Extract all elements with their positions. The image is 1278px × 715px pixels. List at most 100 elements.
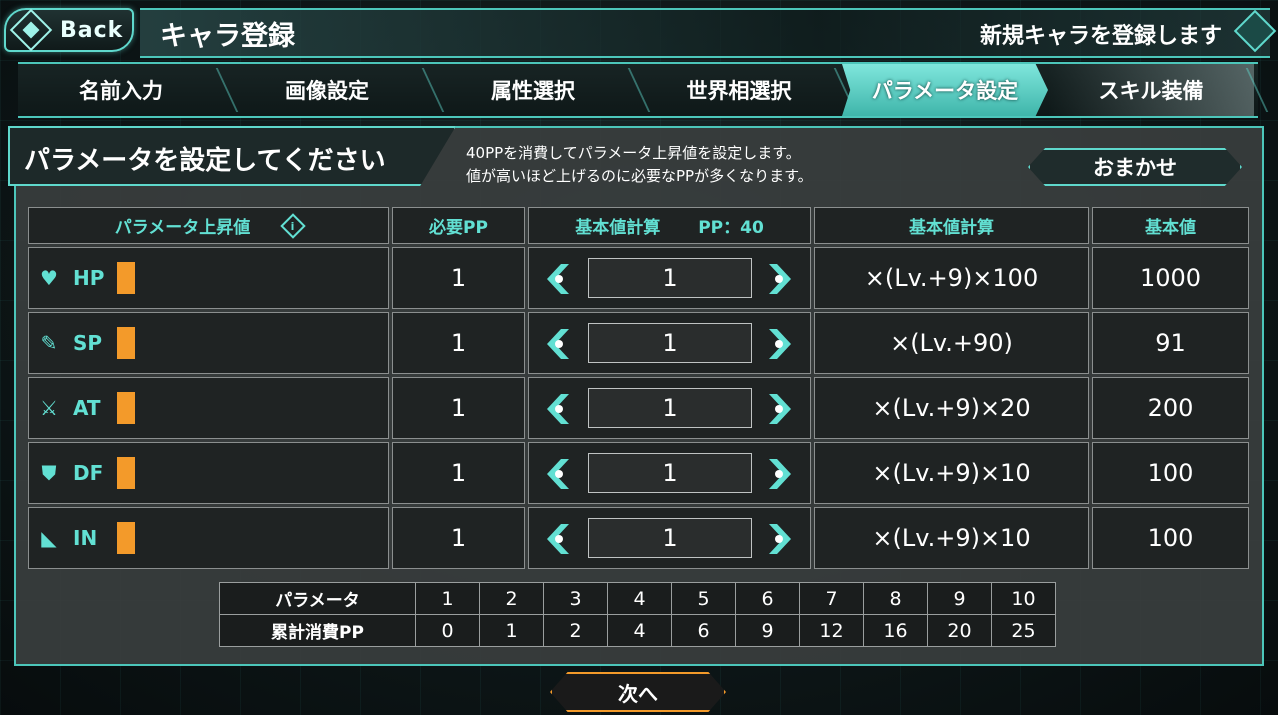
tab-image-settings[interactable]: 画像設定 bbox=[224, 64, 430, 116]
decrement-arrow-icon[interactable] bbox=[543, 327, 573, 361]
formula-text: ×(Lv.+9)×20 bbox=[872, 394, 1031, 422]
instruction-title: パラメータを設定してください bbox=[24, 146, 386, 176]
param-value-input[interactable] bbox=[588, 518, 752, 558]
decrement-arrow-icon[interactable] bbox=[543, 457, 573, 491]
info-icon[interactable]: i bbox=[280, 212, 306, 239]
stepper-cell bbox=[528, 507, 811, 569]
cost-table-param-value: 7 bbox=[799, 582, 864, 615]
tab-attribute-select[interactable]: 属性選択 bbox=[430, 64, 636, 116]
required-pp-value: 1 bbox=[450, 329, 467, 357]
cost-table-param-value: 1 bbox=[415, 582, 480, 615]
required-pp-cell: 1 bbox=[392, 507, 525, 569]
cost-table-cost-label: 累計消費PP bbox=[219, 614, 416, 647]
header-calc-input: 基本値計算 PP：40 bbox=[528, 207, 811, 244]
tab-name-input[interactable]: 名前入力 bbox=[18, 64, 224, 116]
heart-icon: ♥ bbox=[40, 266, 58, 290]
next-button[interactable]: 次へ bbox=[550, 672, 726, 712]
header-param: パラメータ上昇値 i bbox=[28, 207, 389, 244]
cost-table-cost-value: 20 bbox=[927, 614, 992, 647]
cost-table-cost-value: 4 bbox=[607, 614, 672, 647]
tab-label: 属性選択 bbox=[491, 79, 575, 103]
formula-text: ×(Lv.+9)×100 bbox=[864, 264, 1039, 292]
tab-label: 名前入力 bbox=[79, 79, 163, 103]
cost-table-param-value: 3 bbox=[543, 582, 608, 615]
base-value-cell: 100 bbox=[1092, 442, 1249, 504]
tab-label: 画像設定 bbox=[285, 79, 369, 103]
back-arrow-icon bbox=[9, 8, 53, 52]
stat-level-bar bbox=[117, 457, 135, 489]
required-pp-cell: 1 bbox=[392, 377, 525, 439]
base-value-cell: 200 bbox=[1092, 377, 1249, 439]
param-row-at: ⚔ AT bbox=[28, 377, 389, 439]
cost-table-cost-value: 16 bbox=[863, 614, 928, 647]
auto-assign-label: おまかせ bbox=[1093, 156, 1177, 180]
increment-arrow-icon[interactable] bbox=[765, 457, 795, 491]
base-value-cell: 1000 bbox=[1092, 247, 1249, 309]
increment-arrow-icon[interactable] bbox=[765, 522, 795, 556]
formula-cell: ×(Lv.+9)×100 bbox=[814, 247, 1089, 309]
cost-table-param-value: 9 bbox=[927, 582, 992, 615]
cost-table-cost-value: 1 bbox=[479, 614, 544, 647]
increment-arrow-icon[interactable] bbox=[765, 327, 795, 361]
stepper-cell bbox=[528, 377, 811, 439]
stat-name: AT bbox=[73, 396, 101, 420]
cost-table-param-value: 6 bbox=[735, 582, 800, 615]
header-base-value: 基本値 bbox=[1092, 207, 1249, 244]
tab-world-phase-select[interactable]: 世界相選択 bbox=[636, 64, 842, 116]
tab-skill-equip[interactable]: スキル装備 bbox=[1048, 64, 1254, 116]
header-calc-label: 基本値計算 bbox=[575, 218, 661, 238]
stat-level-bar bbox=[117, 262, 135, 294]
decrement-arrow-icon[interactable] bbox=[543, 522, 573, 556]
stat-name: HP bbox=[73, 266, 105, 290]
formula-text: ×(Lv.+9)×10 bbox=[872, 459, 1031, 487]
param-row-hp: ♥ HP bbox=[28, 247, 389, 309]
back-button[interactable]: Back bbox=[4, 8, 134, 52]
increment-arrow-icon[interactable] bbox=[765, 392, 795, 426]
header-required-label: 必要PP bbox=[429, 218, 488, 238]
stat-name: SP bbox=[73, 331, 103, 355]
auto-assign-button[interactable]: おまかせ bbox=[1028, 148, 1242, 186]
stat-name: IN bbox=[73, 526, 98, 550]
cost-table-param-value: 8 bbox=[863, 582, 928, 615]
stepper-cell bbox=[528, 442, 811, 504]
instruction-line-2: 値が高いほど上げるのに必要なPPが多くなります。 bbox=[466, 167, 813, 185]
required-pp-value: 1 bbox=[450, 459, 467, 487]
param-value-input[interactable] bbox=[588, 388, 752, 428]
cost-table-cost-value: 2 bbox=[543, 614, 608, 647]
sp-icon: ✎ bbox=[40, 331, 58, 355]
page-title: キャラ登録 bbox=[160, 21, 295, 52]
cost-table-param-value: 5 bbox=[671, 582, 736, 615]
increment-arrow-icon[interactable] bbox=[765, 262, 795, 296]
tab-label: 世界相選択 bbox=[686, 79, 792, 103]
stepper-cell bbox=[528, 312, 811, 374]
stat-level-bar bbox=[117, 327, 135, 359]
base-value-cell: 100 bbox=[1092, 507, 1249, 569]
formula-text: ×(Lv.+9)×10 bbox=[872, 524, 1031, 552]
base-value: 200 bbox=[1147, 394, 1194, 422]
param-value-input[interactable] bbox=[588, 258, 752, 298]
base-value: 100 bbox=[1147, 524, 1194, 552]
param-value-input[interactable] bbox=[588, 453, 752, 493]
cost-table-cost-value: 0 bbox=[415, 614, 480, 647]
back-label: Back bbox=[60, 17, 124, 43]
cost-table-param-label: パラメータ bbox=[219, 582, 416, 615]
param-value-input[interactable] bbox=[588, 323, 752, 363]
formula-text: ×(Lv.+90) bbox=[890, 329, 1013, 357]
page-subtitle: 新規キャラを登録します bbox=[979, 24, 1222, 49]
required-pp-value: 1 bbox=[450, 264, 467, 292]
header-formula-label: 基本値計算 bbox=[909, 218, 994, 238]
pp-remaining: PP：40 bbox=[698, 218, 764, 238]
cost-table-param-value: 2 bbox=[479, 582, 544, 615]
required-pp-cell: 1 bbox=[392, 442, 525, 504]
decrement-arrow-icon[interactable] bbox=[543, 392, 573, 426]
instruction-text: 40PPを消費してパラメータ上昇値を設定します。 値が高いほど上げるのに必要なP… bbox=[466, 142, 813, 188]
decrement-arrow-icon[interactable] bbox=[543, 262, 573, 296]
tab-parameter-settings[interactable]: パラメータ設定 bbox=[842, 64, 1048, 116]
sword-icon: ⚔ bbox=[40, 396, 58, 420]
param-row-in: ◣ IN bbox=[28, 507, 389, 569]
required-pp-cell: 1 bbox=[392, 247, 525, 309]
cost-table-param-value: 10 bbox=[991, 582, 1056, 615]
formula-cell: ×(Lv.+9)×10 bbox=[814, 442, 1089, 504]
cost-table-cost-value: 6 bbox=[671, 614, 736, 647]
header-base-label: 基本値 bbox=[1145, 218, 1196, 238]
